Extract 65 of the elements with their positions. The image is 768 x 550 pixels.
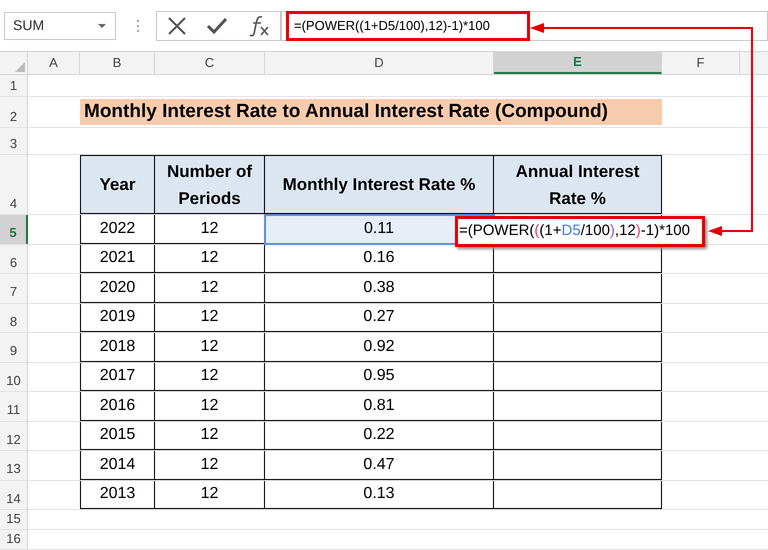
row-header[interactable]: 6 — [0, 244, 28, 273]
table-cell: 0.38 — [265, 274, 494, 302]
row-header[interactable]: 9 — [0, 333, 28, 362]
table-cell: 2015 — [80, 422, 155, 450]
table-cell: 0.95 — [265, 362, 494, 391]
row-header[interactable]: 1 — [0, 75, 28, 96]
table-cell: 12 — [155, 274, 265, 302]
row-header[interactable]: 8 — [0, 304, 28, 332]
table-cell: 2017 — [80, 362, 155, 391]
table-cell: 12 — [155, 422, 265, 450]
row-header[interactable]: 14 — [0, 480, 28, 509]
table-cell: 12 — [155, 451, 265, 480]
dropdown-icon — [97, 22, 107, 28]
table-cell: 2016 — [80, 392, 155, 420]
row-header[interactable]: 3 — [0, 128, 28, 154]
column-header[interactable]: E — [494, 52, 662, 74]
formula-token: /100 — [580, 221, 610, 242]
table-cell: 0.22 — [265, 422, 494, 450]
formula-token: -1)*100 — [640, 221, 690, 242]
row-header[interactable]: 4 — [0, 155, 28, 214]
check-icon[interactable] — [206, 16, 228, 34]
row-header[interactable]: 5 — [0, 215, 28, 244]
function-icon[interactable] — [248, 14, 270, 36]
table-cell: 12 — [155, 304, 265, 332]
row-header[interactable]: 11 — [0, 392, 28, 420]
formula-token: D5 — [562, 221, 581, 242]
table-cell: 2013 — [80, 480, 155, 509]
table-cell: 12 — [155, 480, 265, 509]
table-cell: 12 — [155, 392, 265, 420]
row-header[interactable]: 10 — [0, 362, 28, 391]
table-cell: 2021 — [80, 244, 155, 273]
table-cell: 2020 — [80, 274, 155, 302]
grip-icon — [136, 18, 140, 32]
table-cell: 0.81 — [265, 392, 494, 420]
row-header[interactable]: 13 — [0, 451, 28, 480]
table-header-cell: Year — [80, 155, 155, 214]
table-cell: 12 — [155, 362, 265, 391]
formula-token: (1+ — [539, 221, 562, 242]
table-cell: 0.47 — [265, 451, 494, 480]
table-header-cell: Annual Interest Rate % — [494, 155, 662, 214]
name-box[interactable]: SUM — [4, 12, 116, 40]
formula-token: ) — [636, 221, 641, 242]
table-cell: 12 — [155, 244, 265, 273]
table-cell: 2014 — [80, 451, 155, 480]
table-header-cell: Number of Periods — [155, 155, 265, 214]
cancel-icon[interactable] — [166, 16, 187, 36]
row-header[interactable]: 12 — [0, 422, 28, 450]
formula-token: ) — [610, 221, 615, 242]
table-cell: 0.27 — [265, 304, 494, 332]
row-header[interactable]: 16 — [0, 530, 28, 549]
row-header[interactable]: 15 — [0, 510, 28, 529]
table-cell: 0.13 — [265, 480, 494, 509]
formula-token: ,12 — [614, 221, 636, 242]
table-cell: 12 — [155, 333, 265, 362]
table-cell: 2018 — [80, 333, 155, 362]
table-cell: 0.92 — [265, 333, 494, 362]
sheet-title: Monthly Interest Rate to Annual Interest Rate (Compound) — [80, 99, 662, 125]
cell-editor[interactable]: =(POWER(((1+D5/100),12)-1)*100 — [455, 216, 705, 247]
table-cell: 2022 — [80, 215, 155, 244]
formula-token: ( — [534, 221, 540, 242]
formula-field[interactable]: =(POWER((1+D5/100),12)-1)*100 — [286, 10, 530, 40]
table-cell: 2019 — [80, 304, 155, 332]
row-header[interactable]: 2 — [0, 97, 28, 127]
table-header-cell: Monthly Interest Rate % — [265, 155, 494, 214]
row-header[interactable]: 7 — [0, 274, 28, 302]
